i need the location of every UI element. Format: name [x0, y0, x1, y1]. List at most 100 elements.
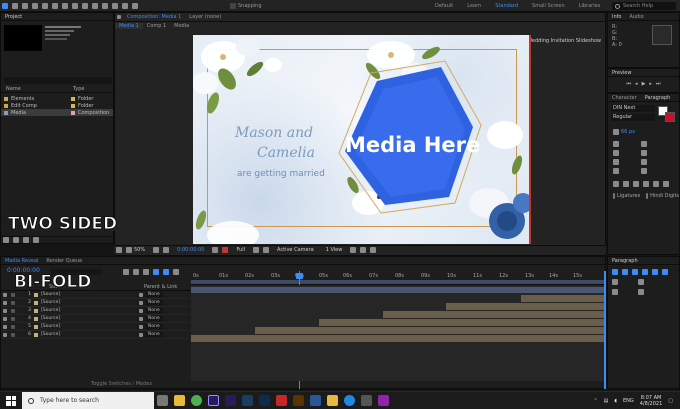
justify-left-icon[interactable] [642, 269, 648, 275]
zoom-tool-icon[interactable] [32, 2, 38, 9]
project-item[interactable]: Edit Comp Folder [1, 102, 113, 109]
stroke-width-icon[interactable] [613, 149, 619, 156]
visibility-icon[interactable] [3, 300, 7, 305]
comp-flowchart-icon[interactable] [123, 269, 129, 275]
faux-italic-icon[interactable] [623, 181, 629, 187]
layer-parent[interactable]: None [145, 316, 163, 321]
visibility-icon[interactable] [3, 324, 7, 329]
layer-row[interactable]: 2 [Source] None [1, 299, 191, 307]
camera-tool-icon[interactable] [52, 2, 58, 9]
clock[interactable]: 8:07 AM 4/8/2021 [640, 395, 662, 407]
color-channel-icon[interactable] [222, 247, 229, 253]
draft-3d-icon[interactable] [133, 269, 139, 275]
info-tab[interactable]: Info [608, 14, 625, 20]
layer-row[interactable]: 5 [Source] None [1, 323, 191, 331]
visibility-icon[interactable] [3, 292, 7, 297]
fast-previews-icon[interactable] [350, 247, 357, 253]
indent-right-icon[interactable] [638, 279, 644, 285]
all-caps-icon[interactable] [633, 181, 639, 187]
tracking-icon[interactable] [641, 140, 647, 147]
subscript-icon[interactable] [663, 181, 669, 187]
layer-row[interactable]: 1 [Source] None [1, 291, 191, 299]
col-parent-link[interactable]: Parent & Link [144, 284, 177, 290]
justify-center-icon[interactable] [652, 269, 658, 275]
character-tab[interactable]: Character [608, 95, 641, 101]
acrobat-icon[interactable] [276, 395, 287, 406]
layer-bar[interactable] [446, 303, 605, 310]
kerning-icon[interactable] [613, 140, 619, 147]
project-col-name[interactable]: Name [1, 86, 73, 92]
word-icon[interactable] [310, 395, 321, 406]
frame-blending-icon[interactable] [153, 269, 159, 275]
home-icon[interactable] [2, 2, 8, 9]
stroke-color-swatch[interactable] [665, 112, 675, 122]
pickwhip-icon[interactable] [139, 324, 143, 329]
ligatures-checkbox[interactable] [613, 193, 615, 199]
magnification-icon[interactable] [126, 247, 132, 253]
playhead-handle[interactable] [296, 273, 303, 279]
timeline-footer[interactable]: Toggle Switches / Modes [91, 381, 152, 387]
pickwhip-icon[interactable] [139, 308, 143, 313]
viewer-timecode[interactable]: 0:00:00:00 [177, 247, 204, 253]
sub-tab-media[interactable]: Media [170, 23, 193, 29]
first-frame-icon[interactable]: ⏮ [627, 81, 632, 87]
pan-tool-icon[interactable] [62, 2, 68, 9]
layer-bar[interactable] [319, 319, 605, 326]
superscript-icon[interactable] [653, 181, 659, 187]
layer-bar[interactable] [191, 335, 605, 342]
workspace-default[interactable]: Default [428, 3, 460, 9]
last-frame-icon[interactable]: ⏭ [656, 81, 661, 87]
help-search[interactable]: Search Help [612, 2, 676, 10]
snapshot-icon[interactable] [212, 247, 219, 253]
visibility-icon[interactable] [3, 332, 7, 337]
audio-icon[interactable] [11, 300, 15, 305]
eraser-tool-icon[interactable] [122, 2, 128, 9]
audio-icon[interactable] [11, 324, 15, 329]
graph-editor-icon[interactable] [173, 269, 179, 275]
layer-parent[interactable]: None [145, 292, 163, 297]
prev-frame-icon[interactable]: ◂ [635, 81, 638, 87]
tsume-icon[interactable] [641, 167, 647, 174]
taskbar-search-input[interactable]: Type here to search [40, 397, 99, 404]
pen-tool-icon[interactable] [82, 2, 88, 9]
pickwhip-icon[interactable] [139, 300, 143, 305]
layer-parent[interactable]: None [145, 332, 163, 337]
new-folder-icon[interactable] [13, 237, 19, 243]
paragraph-tab[interactable]: Paragraph [641, 95, 675, 101]
workspace-small-screen[interactable]: Small Screen [525, 3, 572, 9]
folder-icon[interactable] [327, 395, 338, 406]
audio-tab[interactable]: Audio [625, 14, 647, 20]
layer-bar[interactable] [521, 295, 605, 302]
next-frame-icon[interactable]: ▸ [649, 81, 652, 87]
align-right-icon[interactable] [632, 269, 638, 275]
audio-icon[interactable] [11, 292, 15, 297]
trash-icon[interactable] [33, 237, 39, 243]
small-caps-icon[interactable] [643, 181, 649, 187]
mask-visibility-icon[interactable] [163, 247, 170, 253]
project-item[interactable]: Elements Folder [1, 95, 113, 102]
stamp-tool-icon[interactable] [112, 2, 118, 9]
media-encoder-icon[interactable] [242, 395, 253, 406]
play-icon[interactable]: ▶ [642, 81, 646, 87]
edge-icon[interactable] [344, 395, 355, 406]
horizontal-scale-icon[interactable] [641, 158, 647, 165]
layer-row[interactable]: 3 [Source] None [1, 307, 191, 315]
illustrator-icon[interactable] [293, 395, 304, 406]
justify-all-icon[interactable] [662, 269, 668, 275]
baseline-shift-icon[interactable] [613, 167, 619, 174]
workspace-standard[interactable]: Standard [488, 3, 525, 9]
faux-bold-icon[interactable] [613, 181, 619, 187]
network-icon[interactable]: ▤ [604, 398, 609, 404]
composition-tab[interactable]: Composition: Media 1 [123, 14, 185, 20]
flowchart-icon[interactable] [370, 247, 377, 253]
after-effects-icon[interactable] [208, 395, 219, 406]
photoshop-icon[interactable] [259, 395, 270, 406]
brush-tool-icon[interactable] [102, 2, 108, 9]
font-style-select[interactable]: Regular [611, 114, 655, 121]
font-size-value[interactable]: 66 px [621, 129, 635, 135]
shy-layers-icon[interactable] [143, 269, 149, 275]
align-left-icon[interactable] [612, 269, 618, 275]
indent-left-icon[interactable] [612, 279, 618, 285]
layer-parent[interactable]: None [145, 324, 163, 329]
lock-icon[interactable] [117, 15, 121, 19]
